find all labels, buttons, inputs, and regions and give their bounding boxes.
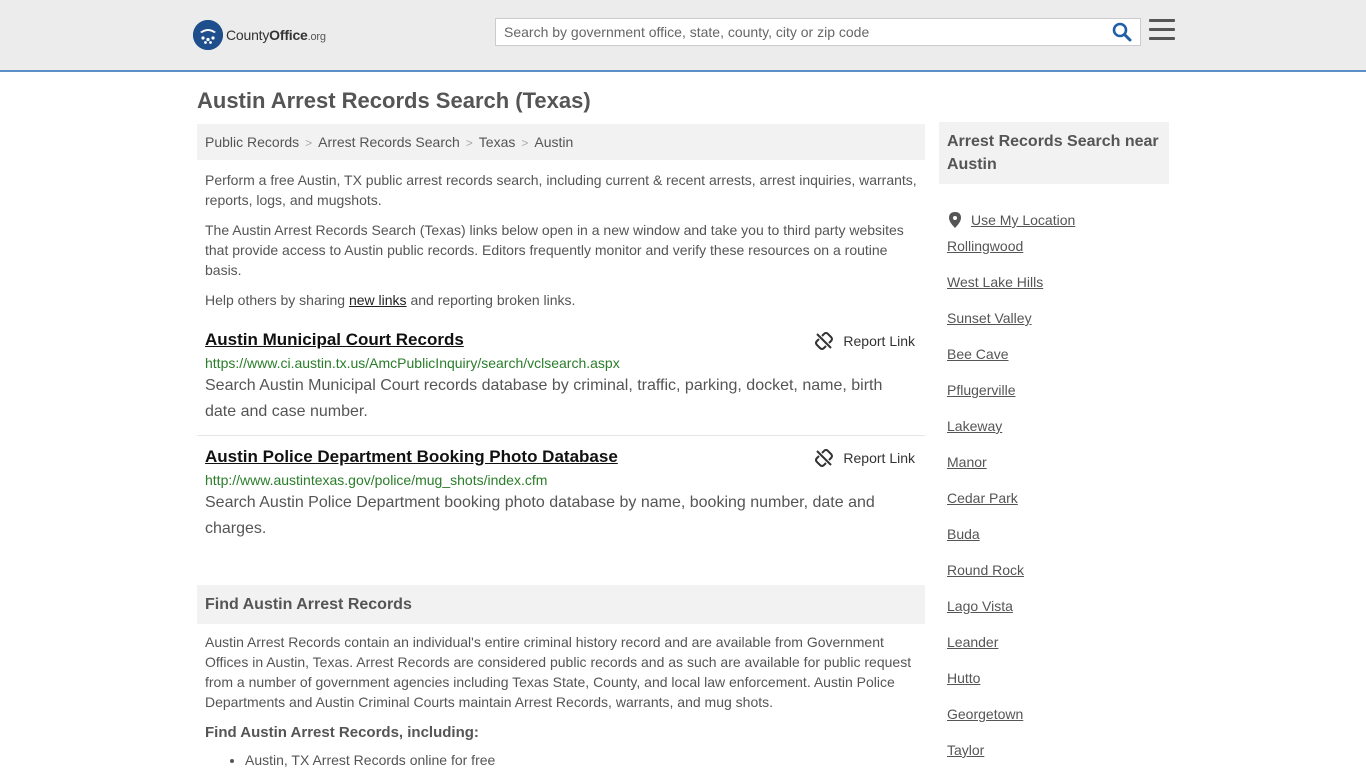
nearby-cities-list: Use My Location Rollingwood West Lake Hi… xyxy=(939,202,1169,778)
new-links-link[interactable]: new links xyxy=(349,292,407,308)
sidebar-item-leander: Leander xyxy=(947,634,1169,670)
sidebar-item-bee-cave: Bee Cave xyxy=(947,346,1169,382)
list-item: Austin, TX Arrest Records online for fre… xyxy=(245,752,495,768)
find-records-paragraph: Austin Arrest Records contain an individ… xyxy=(205,634,912,710)
result-url: https://www.ci.austin.tx.us/AmcPublicInq… xyxy=(205,355,620,371)
report-link-button[interactable]: Report Link xyxy=(815,449,915,467)
report-link-button[interactable]: Report Link xyxy=(815,332,915,350)
broken-link-icon xyxy=(815,332,834,350)
sidebar-heading: Arrest Records Search near Austin xyxy=(939,122,1169,184)
find-records-subheading: Find Austin Arrest Records, including: xyxy=(205,724,479,741)
breadcrumb-austin[interactable]: Austin xyxy=(534,134,573,150)
seal-icon xyxy=(193,20,223,50)
sidebar-item-pflugerville: Pflugerville xyxy=(947,382,1169,418)
sidebar-item-manor: Manor xyxy=(947,454,1169,490)
sidebar-item-rollingwood: Rollingwood xyxy=(947,238,1169,274)
sidebar-item-west-lake-hills: West Lake Hills xyxy=(947,274,1169,310)
city-link[interactable]: Lakeway xyxy=(947,418,1002,434)
search-box xyxy=(495,18,1141,46)
city-link[interactable]: Lago Vista xyxy=(947,598,1013,614)
breadcrumb: Public Records > Arrest Records Search > Tex… xyxy=(197,124,925,160)
sidebar-item-cedar-park: Cedar Park xyxy=(947,490,1169,526)
city-link[interactable]: Rollingwood xyxy=(947,238,1023,254)
sidebar-item-georgetown: Georgetown xyxy=(947,706,1169,742)
city-link[interactable]: Hutto xyxy=(947,670,980,686)
broken-link-icon xyxy=(815,449,834,467)
main-content: Public Records > Arrest Records Search > Tex… xyxy=(197,124,925,768)
share-paragraph: Help others by sharing new links and rep… xyxy=(205,292,576,308)
page-title: Austin Arrest Records Search (Texas) xyxy=(197,88,591,113)
breadcrumb-separator: > xyxy=(305,136,313,150)
sidebar-item-taylor: Taylor xyxy=(947,742,1169,778)
city-link[interactable]: Buda xyxy=(947,526,980,542)
site-header: CountyOffice.org xyxy=(0,0,1366,72)
find-records-heading: Find Austin Arrest Records xyxy=(197,585,925,624)
city-link[interactable]: Sunset Valley xyxy=(947,310,1032,326)
result-title-link[interactable]: Austin Municipal Court Records xyxy=(205,330,464,350)
sidebar-item-lago-vista: Lago Vista xyxy=(947,598,1169,634)
city-link[interactable]: Manor xyxy=(947,454,987,470)
map-pin-icon xyxy=(949,212,961,228)
sidebar-item-round-rock: Round Rock xyxy=(947,562,1169,598)
result-item: Austin Municipal Court Records Report Li… xyxy=(197,330,925,436)
sidebar-item-hutto: Hutto xyxy=(947,670,1169,706)
search-icon xyxy=(1112,22,1132,42)
city-link[interactable]: Bee Cave xyxy=(947,346,1008,362)
result-url: http://www.austintexas.gov/police/mug_sh… xyxy=(205,472,548,488)
result-description: Search Austin Police Department booking … xyxy=(205,494,875,537)
sidebar-item-sunset-valley: Sunset Valley xyxy=(947,310,1169,346)
city-link[interactable]: Cedar Park xyxy=(947,490,1018,506)
city-link[interactable]: Round Rock xyxy=(947,562,1024,578)
use-my-location: Use My Location xyxy=(947,202,1169,238)
breadcrumb-separator: > xyxy=(521,136,529,150)
breadcrumb-arrest-records-search[interactable]: Arrest Records Search xyxy=(318,134,460,150)
city-link[interactable]: Leander xyxy=(947,634,998,650)
result-title-link[interactable]: Austin Police Department Booking Photo D… xyxy=(205,447,618,467)
city-link[interactable]: West Lake Hills xyxy=(947,274,1043,290)
result-item: Austin Police Department Booking Photo D… xyxy=(197,447,925,542)
search-button[interactable] xyxy=(1112,22,1134,44)
intro-paragraph: Perform a free Austin, TX public arrest … xyxy=(205,172,917,208)
disclaimer-paragraph: The Austin Arrest Records Search (Texas)… xyxy=(205,222,904,278)
logo-text: CountyOffice.org xyxy=(226,27,326,43)
breadcrumb-public-records[interactable]: Public Records xyxy=(205,134,299,150)
site-logo[interactable]: CountyOffice.org xyxy=(193,20,326,50)
use-my-location-link[interactable]: Use My Location xyxy=(971,212,1075,228)
sidebar-item-lakeway: Lakeway xyxy=(947,418,1169,454)
city-link[interactable]: Georgetown xyxy=(947,706,1023,722)
search-input[interactable] xyxy=(496,19,1096,45)
result-description: Search Austin Municipal Court records da… xyxy=(205,377,883,420)
breadcrumb-texas[interactable]: Texas xyxy=(479,134,516,150)
breadcrumb-separator: > xyxy=(465,136,473,150)
sidebar: Arrest Records Search near Austin Use My… xyxy=(939,122,1169,778)
find-records-list: Austin, TX Arrest Records online for fre… xyxy=(245,752,495,768)
city-link[interactable]: Taylor xyxy=(947,742,984,758)
city-link[interactable]: Pflugerville xyxy=(947,382,1015,398)
hamburger-menu-icon[interactable] xyxy=(1149,19,1175,43)
sidebar-item-buda: Buda xyxy=(947,526,1169,562)
